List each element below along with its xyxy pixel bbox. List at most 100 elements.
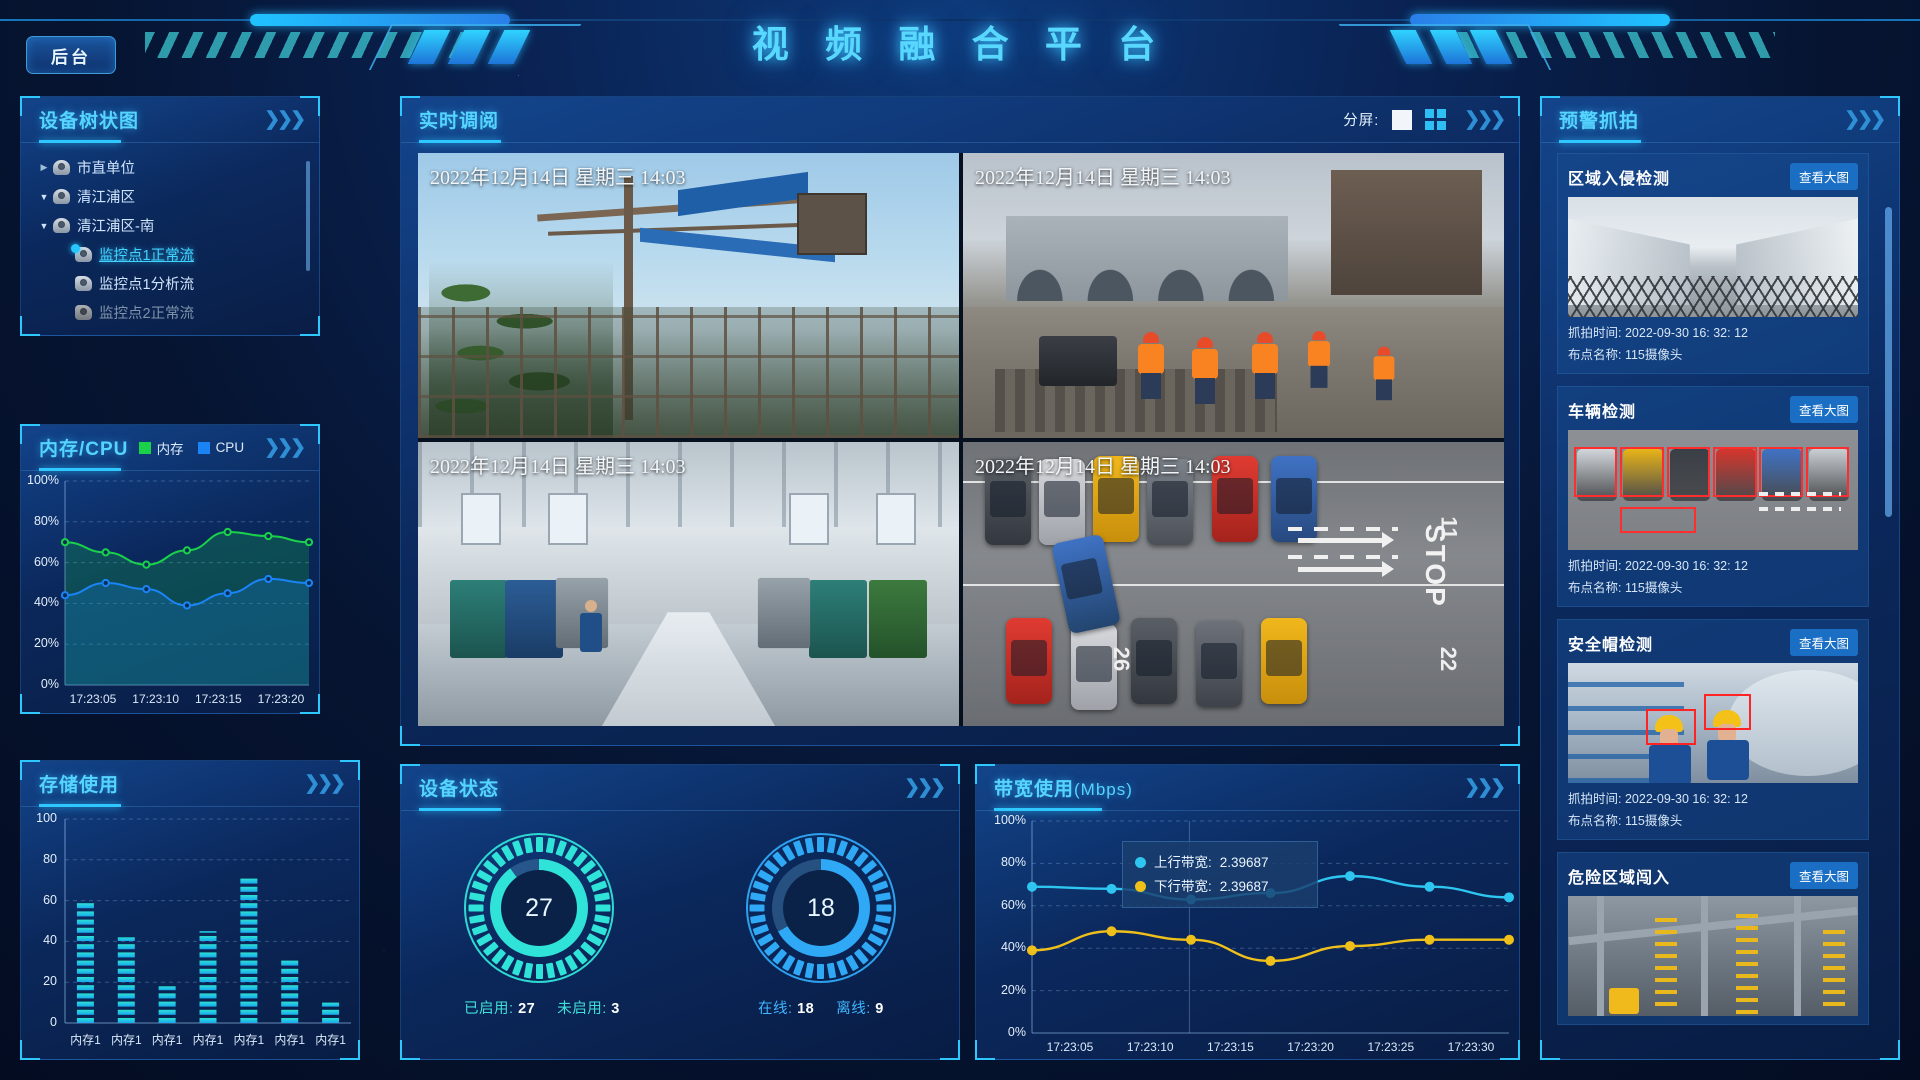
device-status-header: 设备状态 ❯❯❯ xyxy=(401,765,959,811)
y-axis-tick-label: 60% xyxy=(33,554,59,569)
alert-time-value: 2022-09-30 16: 32: 12 xyxy=(1621,326,1748,340)
y-axis-tick-label: 0 xyxy=(50,1015,57,1029)
alert-scrollbar[interactable] xyxy=(1885,207,1892,517)
alert-card-title: 危险区域闯入 xyxy=(1568,869,1671,887)
device-tree-more-icon[interactable]: ❯❯❯ xyxy=(264,108,306,131)
tooltip-row: 下行带宽: 2.39687 xyxy=(1135,875,1305,899)
single-pane-icon[interactable] xyxy=(1392,109,1413,130)
tooltip-series-dot-icon xyxy=(1135,857,1146,869)
y-axis-tick-label: 40 xyxy=(43,933,57,948)
alert-snapshot-image xyxy=(1568,663,1858,783)
gauge-tick xyxy=(535,964,543,979)
gauge-donut: 18 xyxy=(771,859,870,957)
tree-item[interactable]: 监控点1正常流 xyxy=(29,240,319,269)
alert-capture-more-icon[interactable]: ❯❯❯ xyxy=(1844,108,1886,131)
bandwidth-more-icon[interactable]: ❯❯❯ xyxy=(1464,776,1506,799)
gauge-tick xyxy=(749,904,765,912)
bandwidth-tooltip: 上行带宽: 2.39687 下行带宽: 2.39687 xyxy=(1122,841,1318,909)
storage-usage-panel: 存储使用 ❯❯❯ 0 20 40 60 80 100 内存1 内存1 内存1 内存1 内存1 内存1 内… xyxy=(20,760,360,1060)
camera-icon xyxy=(53,160,70,175)
caret-down-icon[interactable]: ▼ xyxy=(35,221,53,231)
device-status-gauges: 27 已启用: 27 未启用: 3 18 在线: 18 离线: 9 xyxy=(401,811,959,1018)
y-axis-tick-label: 20% xyxy=(33,636,59,651)
parking-number-right: 22 xyxy=(1436,647,1462,672)
alert-snapshot-image xyxy=(1568,430,1858,550)
legend-swatch-icon xyxy=(138,441,151,454)
gauge-donut: 27 xyxy=(490,859,589,957)
bandwidth-panel: 带宽使用(Mbps) ❯❯❯ 0% 20% 40% 60% 80% 100% 17:23:0… xyxy=(975,764,1520,1060)
live-video-more-icon[interactable]: ❯❯❯ xyxy=(1464,108,1506,131)
y-axis-tick-label: 100 xyxy=(36,811,57,825)
view-large-image-button[interactable]: 查看大图 xyxy=(1789,163,1858,190)
alert-card[interactable]: 危险区域闯入 查看大图 xyxy=(1557,852,1869,1025)
alert-card[interactable]: 安全帽检测 查看大图 抓拍时间: 2022-09-30 16: 32: 12 布点名称… xyxy=(1557,619,1869,840)
view-large-image-button[interactable]: 查看大图 xyxy=(1789,629,1858,656)
view-large-image-button[interactable]: 查看大图 xyxy=(1789,862,1858,889)
caret-down-icon[interactable]: ▼ xyxy=(35,192,53,202)
backstage-button[interactable]: 后台 xyxy=(26,36,116,74)
page-title: 视 频 融 合 平 台 xyxy=(751,24,1169,65)
alert-card-header: 车辆检测 查看大图 xyxy=(1568,396,1858,423)
tree-item-label: 监控点1正常流 xyxy=(99,248,195,264)
gauge-value: 27 xyxy=(501,870,578,946)
x-axis-tick-label: 17:23:20 xyxy=(1287,1040,1334,1054)
video-timestamp-2: 2022年12月14日 星期三 14:03 xyxy=(975,167,1231,189)
y-axis-tick-label: 0% xyxy=(40,677,59,691)
alert-site-name: 布点名称: 115摄像头 xyxy=(1568,578,1858,598)
alert-capture-time: 抓拍时间: 2022-09-30 16: 32: 12 xyxy=(1568,789,1858,809)
view-large-image-button[interactable]: 查看大图 xyxy=(1789,396,1858,423)
x-axis-tick-label: 17:23:20 xyxy=(257,692,305,706)
legend-item: CPU xyxy=(197,440,245,455)
tooltip-series-value: 2.39687 xyxy=(1219,855,1269,870)
alert-card-list: 区域入侵检测 查看大图抓拍时间: 2022-09-30 16: 32: 12 布点名… xyxy=(1557,153,1869,1053)
video-timestamp-4: 2022年12月14日 星期三 14:03 xyxy=(975,455,1231,478)
device-tree-scrollbar[interactable] xyxy=(306,161,310,271)
tree-item[interactable]: 监控点2正常流 xyxy=(29,298,319,327)
alert-card-title: 车辆检测 xyxy=(1568,403,1637,421)
x-axis-tick-label: 17:23:30 xyxy=(1447,1040,1495,1054)
y-axis-tick-label: 60% xyxy=(1000,897,1026,912)
video-cell-4[interactable]: 26 11 22 STOP 2022年12月14日 星期三 14:03 xyxy=(963,441,1504,726)
memory-cpu-more-icon[interactable]: ❯❯❯ xyxy=(264,436,306,459)
bandwidth-header: 带宽使用(Mbps) ❯❯❯ xyxy=(976,765,1519,811)
online-dot-icon xyxy=(71,244,80,253)
device-status-more-icon[interactable]: ❯❯❯ xyxy=(904,776,946,799)
alert-card-header: 区域入侵检测 查看大图 xyxy=(1568,163,1858,190)
tree-item[interactable]: ▼ 清江浦区 xyxy=(29,182,319,211)
gauge-caption-key: 已启用: xyxy=(464,1001,514,1017)
video-cell-3[interactable]: 2022年12月14日 星期三 14:03 xyxy=(418,441,959,726)
x-axis-tick-label: 17:23:10 xyxy=(1126,1040,1174,1054)
device-tree-list[interactable]: ▶ 市直单位 ▼ 清江浦区 ▼ 清江浦区-南监控点1正常流 监控点1分析流监控点2正常流 xyxy=(21,143,319,327)
storage-title: 存储使用 xyxy=(39,775,120,796)
gauge-caption-key: 在线: xyxy=(758,1001,793,1017)
alert-card[interactable]: 车辆检测 查看大图 抓拍时间: 2022-09-30 16: 32: 12 布点名称:… xyxy=(1557,386,1869,607)
video-cell-2[interactable]: 2022年12月14日 星期三 14:03 xyxy=(963,153,1504,438)
legend-label: CPU xyxy=(215,440,245,455)
bandwidth-title-unit: (Mbps) xyxy=(1074,780,1133,799)
tooltip-series-label: 上行带宽: xyxy=(1154,855,1212,870)
y-axis-tick-label: 20 xyxy=(43,974,57,989)
gauge-caption-key: 未启用: xyxy=(557,1001,607,1017)
video-cell-1[interactable]: 2022年12月14日 星期三 14:03 xyxy=(418,153,959,438)
alert-snapshot-image xyxy=(1568,896,1858,1016)
alert-capture-panel: 预警抓拍 ❯❯❯ 区域入侵检测 查看大图 抓拍时间: 2022-09-30 16: … xyxy=(1540,96,1900,1060)
memory-cpu-panel: 内存/CPU 内存 CPU ❯❯❯ 0% 20% 40% 60% 80% 100% 17:23… xyxy=(20,424,320,714)
tree-item-label: 监控点1分析流 xyxy=(99,277,195,293)
alert-snapshot-image xyxy=(1568,197,1858,317)
status-gauge: 27 xyxy=(464,833,615,983)
camera-icon xyxy=(53,218,70,233)
alert-time-value: 2022-09-30 16: 32: 12 xyxy=(1621,559,1748,573)
alert-site-value: 115摄像头 xyxy=(1621,814,1683,828)
tree-item[interactable]: ▼ 清江浦区-南 xyxy=(29,211,319,240)
storage-more-icon[interactable]: ❯❯❯ xyxy=(304,772,346,795)
tooltip-row: 上行带宽: 2.39687 xyxy=(1135,851,1305,875)
gauge-caption-value: 9 xyxy=(870,1001,884,1017)
gauge-caption-key: 离线: xyxy=(836,1001,871,1017)
x-axis-tick-label: 17:23:15 xyxy=(1207,1040,1254,1054)
alert-card[interactable]: 区域入侵检测 查看大图 抓拍时间: 2022-09-30 16: 32: 12 布点名… xyxy=(1557,153,1869,374)
tree-item[interactable]: 监控点1分析流 xyxy=(29,269,319,298)
video-timestamp-3: 2022年12月14日 星期三 14:03 xyxy=(430,455,686,478)
tree-item[interactable]: ▶ 市直单位 xyxy=(29,153,319,182)
caret-right-icon[interactable]: ▶ xyxy=(35,162,53,173)
quad-pane-icon[interactable] xyxy=(1425,109,1447,130)
